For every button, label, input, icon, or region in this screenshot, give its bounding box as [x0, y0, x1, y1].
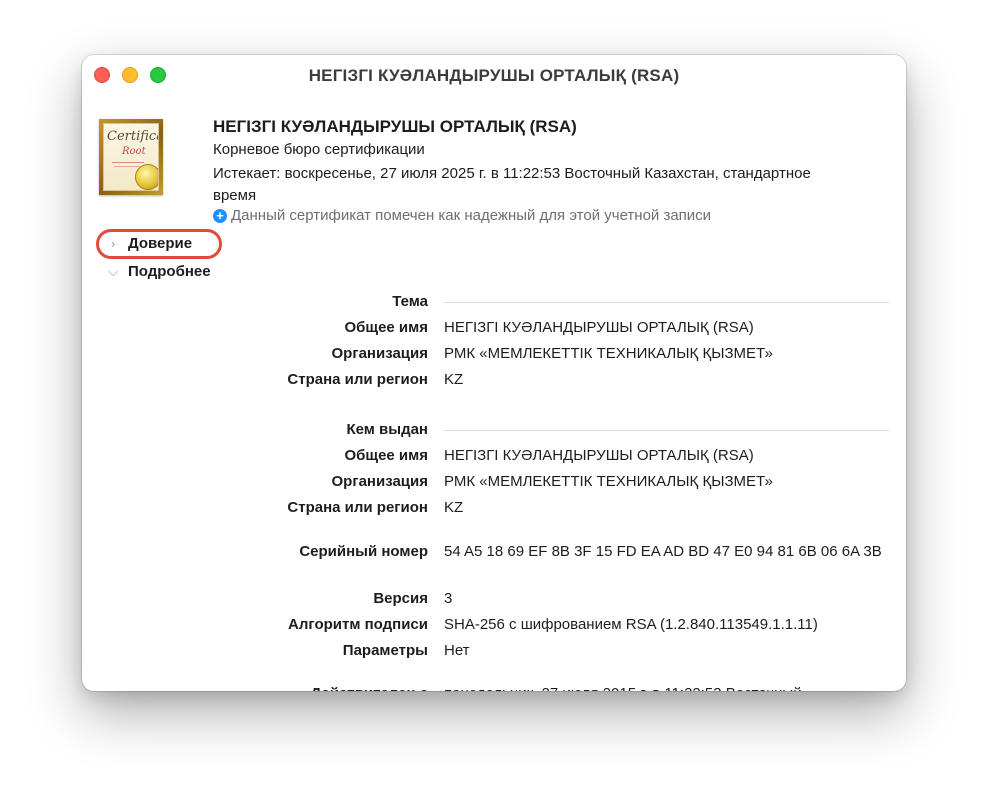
- issuer-organization: РМК «МЕМЛЕКЕТТІК ТЕХНИКАЛЫҚ ҚЫЗМЕТ»: [444, 473, 773, 490]
- certificate-icon-text: Certificate: [107, 129, 158, 144]
- details-disclosure[interactable]: ⌵ Подробнее: [102, 263, 211, 280]
- issuer-country: KZ: [444, 499, 464, 516]
- version-value: 3: [444, 590, 453, 607]
- chevron-down-icon[interactable]: ⌵: [102, 264, 124, 280]
- certificate-expiry: Истекает: воскресенье, 27 июля 2025 г. в…: [213, 165, 811, 204]
- trust-status: + Данный сертификат помечен как надежный…: [213, 207, 711, 224]
- trust-label: Доверие: [128, 235, 193, 252]
- trust-status-text: Данный сертификат помечен как надежный д…: [231, 207, 712, 224]
- field-label: Общее имя: [344, 319, 428, 336]
- divider: [444, 430, 889, 431]
- field-label: Действителен с: [311, 683, 429, 691]
- certificate-window: НЕГІЗГІ КУӘЛАНДЫРУШЫ ОРТАЛЫҚ (RSA) Certi…: [82, 55, 906, 691]
- field-label: Версия: [373, 590, 428, 607]
- title-bar: НЕГІЗГІ КУӘЛАНДЫРУШЫ ОРТАЛЫҚ (RSA): [82, 55, 906, 97]
- window-title: НЕГІЗГІ КУӘЛАНДЫРУШЫ ОРТАЛЫҚ (RSA): [308, 66, 680, 85]
- divider: [444, 302, 889, 303]
- field-label: Общее имя: [344, 447, 428, 464]
- seal-icon: [135, 164, 158, 190]
- subject-heading: Тема: [392, 293, 428, 310]
- serial-number: 54 A5 18 69 EF 8B 3F 15 FD EA AD BD 47 E…: [444, 543, 882, 560]
- certificate-icon-root-text: Root: [122, 146, 146, 157]
- field-label: Страна или регион: [287, 371, 428, 388]
- plus-circle-icon: +: [213, 208, 227, 223]
- field-label: Страна или регион: [287, 499, 428, 516]
- subject-organization: РМК «МЕМЛЕКЕТТІК ТЕХНИКАЛЫҚ ҚЫЗМЕТ»: [444, 345, 773, 362]
- parameters-value: Нет: [444, 642, 470, 659]
- subject-common-name: НЕГІЗГІ КУӘЛАНДЫРУШЫ ОРТАЛЫҚ (RSA): [444, 319, 754, 336]
- subject-country: KZ: [444, 371, 464, 388]
- valid-from: понедельник, 27 июля 2015 г. в 11:22:53 …: [444, 683, 892, 691]
- certificate-type: Корневое бюро сертификации: [213, 141, 425, 158]
- field-label: Серийный номер: [299, 543, 428, 560]
- field-label: Организация: [331, 345, 429, 362]
- certificate-icon: Certificate Root: [99, 119, 163, 195]
- field-label: Параметры: [342, 642, 428, 659]
- details-label: Подробнее: [128, 263, 211, 280]
- signature-algorithm: SHA-256 с шифрованием RSA (1.2.840.11354…: [444, 616, 818, 633]
- issuer-common-name: НЕГІЗГІ КУӘЛАНДЫРУШЫ ОРТАЛЫҚ (RSA): [444, 447, 754, 464]
- certificate-name: НЕГІЗГІ КУӘЛАНДЫРУШЫ ОРТАЛЫҚ (RSA): [213, 117, 577, 136]
- chevron-right-icon[interactable]: ›: [102, 236, 124, 251]
- issuer-heading: Кем выдан: [346, 421, 428, 438]
- field-label: Организация: [331, 473, 429, 490]
- trust-disclosure[interactable]: › Доверие: [102, 235, 192, 252]
- field-label: Алгоритм подписи: [288, 616, 428, 633]
